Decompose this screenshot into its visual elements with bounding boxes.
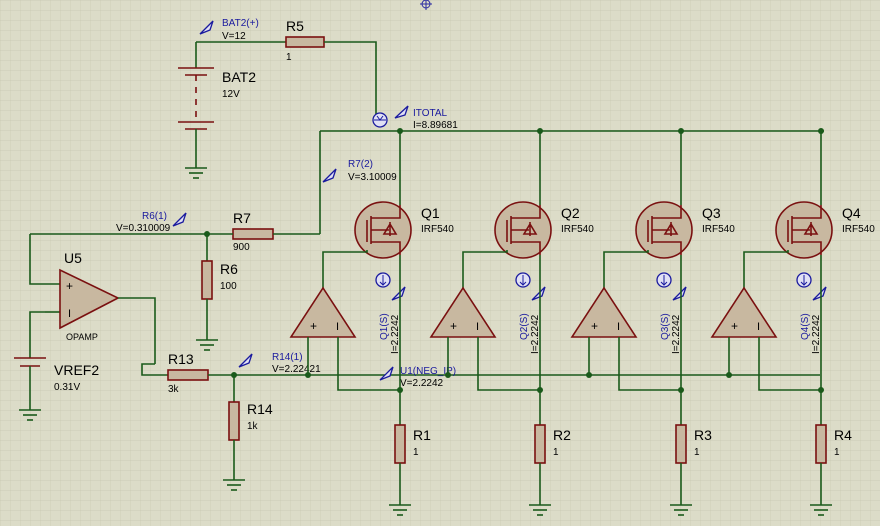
u5-ref: U5 [64,250,82,266]
probe-source-name: Q3(S) [660,313,671,340]
mosfet-ref: Q2 [561,205,580,221]
r13-value: 3k [168,384,180,395]
grid-background [0,0,880,526]
bus-junction [818,128,824,134]
probe-source-value: I=2.2242 [530,314,541,354]
resistor-value: 1 [413,447,419,458]
resistor-ref: R2 [553,427,571,443]
r14-ref: R14 [247,401,273,417]
bus-junction [397,128,403,134]
probe-r7-name: R7(2) [348,159,373,170]
mosfet-part: IRF540 [702,224,735,235]
vref2-ref: VREF2 [54,362,99,378]
resistor-value: 1 [553,447,559,458]
resistor-value: 1 [694,447,700,458]
bat2-value: 12V [222,89,240,100]
opamp-plus-pin: + [450,319,457,333]
opamp-minus-pin: I [757,321,760,333]
probe-source-value: I=2.2242 [671,314,682,354]
opamp-minus-pin: I [617,321,620,333]
probe-itotal-name: ITOTAL [413,108,448,119]
vref2-value: 0.31V [54,382,80,393]
resistor-value: 1 [834,447,840,458]
r13-ref: R13 [168,351,194,367]
probe-source-name: Q2(S) [519,313,530,340]
opamp-plus-pin: + [731,319,738,333]
r5-value: 1 [286,52,292,63]
probe-source-value: I=2.2242 [811,314,822,354]
mosfet-part: IRF540 [421,224,454,235]
opamp-plus-pin: + [310,319,317,333]
source-junction [397,387,403,393]
probe-r14-name: R14(1) [272,352,303,363]
probe-source-name: Q1(S) [379,313,390,340]
resistor-ref: R3 [694,427,712,443]
bat2-ref: BAT2 [222,69,256,85]
probe-itotal-value: I=8.89681 [413,120,458,131]
u5-plus-pin: + [66,279,73,293]
schematic-canvas[interactable]: BAT2 12V BAT2(+) V=12 R5 1 ITOTAL I=8.89… [0,0,880,526]
feedback-junction [305,372,311,378]
feedback-junction [586,372,592,378]
r5-ref: R5 [286,18,304,34]
probe-source-name: Q4(S) [800,313,811,340]
bus-junction [678,128,684,134]
mosfet-part: IRF540 [842,224,875,235]
source-junction [537,387,543,393]
opamp-minus-pin: I [336,321,339,333]
opamp-minus-pin: I [476,321,479,333]
mosfet-ref: Q3 [702,205,721,221]
u5-value: OPAMP [66,332,98,342]
probe-r6-name: R6(1) [142,211,167,222]
r6-value: 100 [220,281,237,292]
r7-ref: R7 [233,210,251,226]
u5-minus-pin: I [68,308,71,320]
source-junction [678,387,684,393]
r14-value: 1k [247,421,259,432]
r7-value: 900 [233,242,250,253]
probe-r7-value: V=3.10009 [348,172,397,183]
feedback-junction [726,372,732,378]
bus-junction [537,128,543,134]
resistor-ref: R4 [834,427,852,443]
probe-bat2-name: BAT2(+) [222,18,259,29]
mosfet-ref: Q1 [421,205,440,221]
probe-r6-value: V=0.310009 [116,223,171,234]
resistor-ref: R1 [413,427,431,443]
source-junction [818,387,824,393]
mosfet-ref: Q4 [842,205,861,221]
r6-ref: R6 [220,261,238,277]
probe-bat2-value: V=12 [222,31,246,42]
opamp-plus-pin: + [591,319,598,333]
probe-u1neg-value: V=2.2242 [400,378,444,389]
mosfet-part: IRF540 [561,224,594,235]
probe-r14-value: V=2.22421 [272,364,321,375]
probe-source-value: I=2.2242 [390,314,401,354]
feedback-junction [445,372,451,378]
